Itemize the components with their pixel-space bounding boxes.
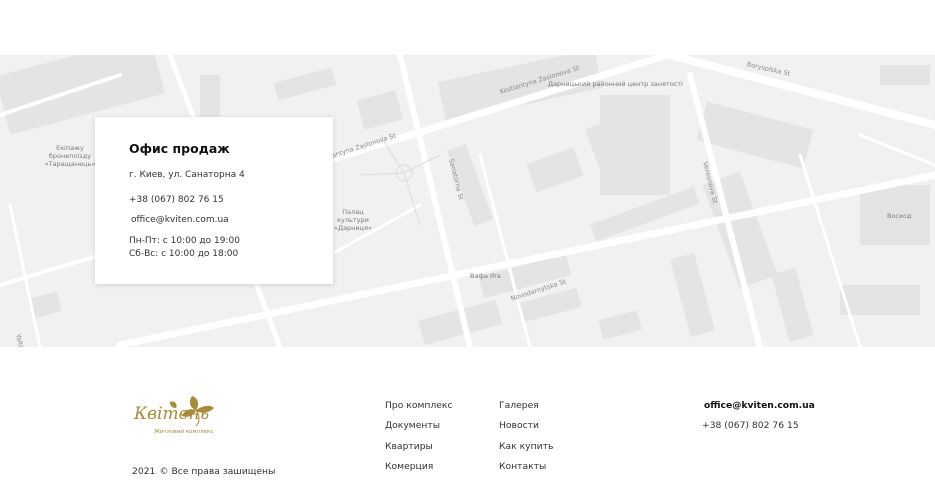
footer-email[interactable]: office@kviten.com.ua (704, 400, 815, 411)
copyright-text: © Все права зашищены (159, 466, 276, 477)
map-label: Палац культури «Дарниця» (334, 208, 372, 232)
logo-text: Квітень (134, 404, 210, 424)
map-label: Екіпажу бронепоїзду «Таращанець» (44, 144, 96, 168)
office-phone[interactable]: +38 (067) 802 76 15 (129, 195, 224, 205)
map-label: Дарницький районний центр занятості (548, 80, 683, 88)
map-label: Восход (887, 212, 912, 220)
office-email[interactable]: office@kviten.com.ua (131, 215, 229, 225)
nav-commercial[interactable]: Комерция (385, 461, 433, 472)
logo[interactable]: Квітень Житловий комплекс (130, 390, 220, 440)
nav-gallery[interactable]: Галерея (499, 400, 539, 411)
copyright: 2021 © Все права зашищены (132, 466, 279, 477)
copyright-year: 2021 (132, 466, 156, 477)
nav-documents[interactable]: Документы (385, 420, 440, 431)
office-card: Офис продаж г. Киев, ул. Санаторна 4 +38… (95, 117, 333, 284)
nav-about[interactable]: Про комплекс (385, 400, 453, 411)
office-hours-weekdays: Пн-Пт: с 10:00 до 19:00 (129, 236, 240, 246)
office-hours-weekend: Сб-Вс: с 10:00 до 18:00 (129, 249, 239, 259)
nav-apartments[interactable]: Квартиры (385, 441, 433, 452)
map-label: Вафа Ifra (470, 272, 501, 280)
nav-news[interactable]: Новости (499, 420, 539, 431)
footer-phone[interactable]: +38 (067) 802 76 15 (702, 420, 799, 431)
nav-how-to-buy[interactable]: Как купить (499, 441, 553, 452)
nav-contacts[interactable]: Контакты (499, 461, 546, 472)
office-title: Офис продаж (129, 141, 230, 156)
office-address: г. Киев, ул. Санаторна 4 (129, 170, 245, 180)
logo-subtitle: Житловий комплекс (154, 429, 214, 435)
